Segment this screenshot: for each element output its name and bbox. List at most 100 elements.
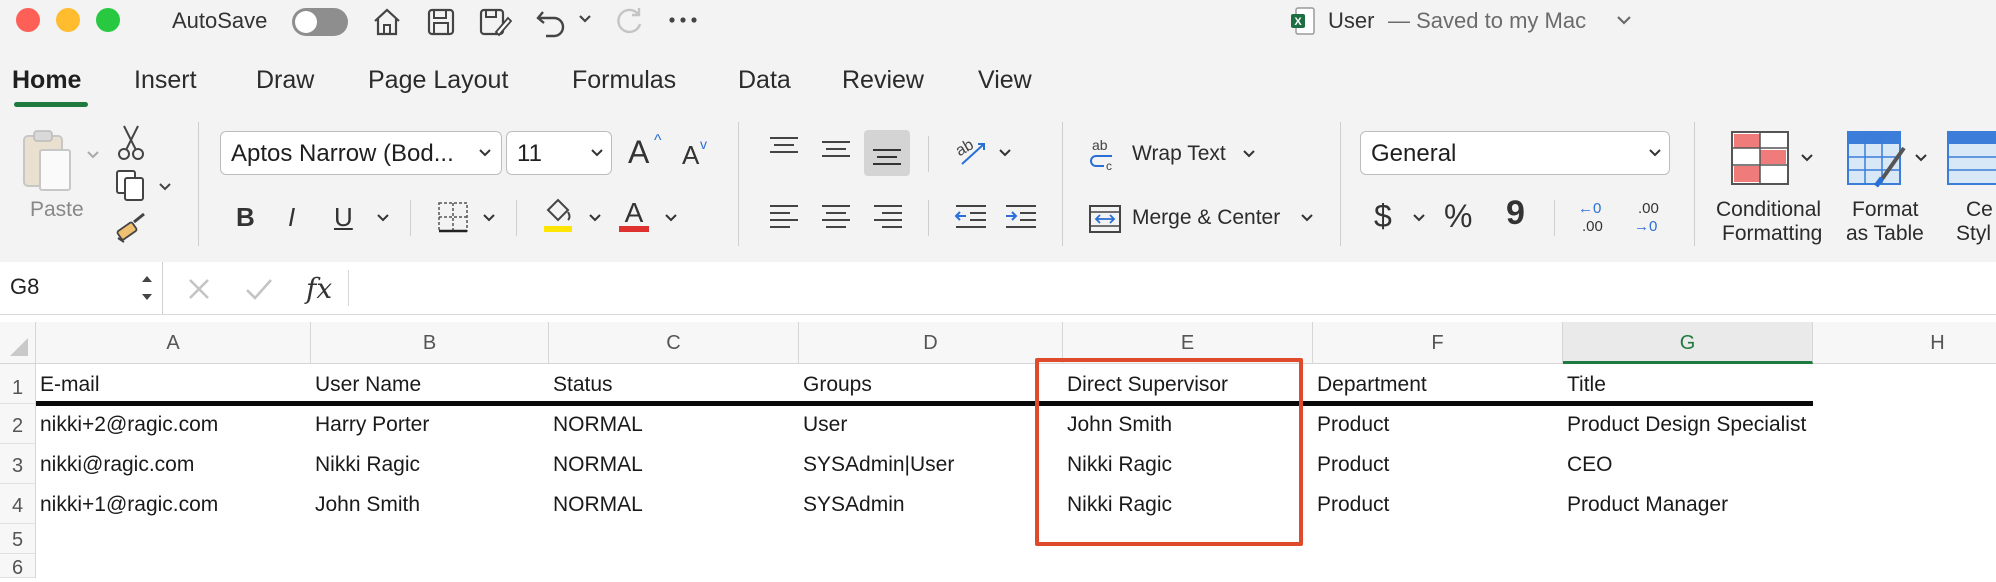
wrap-text-label[interactable]: Wrap Text <box>1132 142 1226 166</box>
underline-button[interactable]: U <box>334 202 353 233</box>
cell-b3[interactable]: Nikki Ragic <box>315 453 420 477</box>
align-top-icon[interactable] <box>768 134 800 162</box>
tab-data[interactable]: Data <box>738 66 791 95</box>
row-header-5[interactable]: 5 <box>0 524 36 554</box>
column-header-g[interactable]: G <box>1563 322 1813 364</box>
save-as-icon[interactable] <box>478 6 512 38</box>
cell-d2[interactable]: User <box>803 413 847 437</box>
bold-button[interactable]: B <box>236 202 255 233</box>
minimize-window-button[interactable] <box>56 8 80 32</box>
tab-page-layout[interactable]: Page Layout <box>368 66 508 95</box>
cell-g2[interactable]: Product Design Specialist <box>1567 413 1806 437</box>
redo-icon[interactable] <box>612 4 646 38</box>
cell-d3[interactable]: SYSAdmin|User <box>803 453 954 477</box>
column-header-b[interactable]: B <box>311 322 549 364</box>
copy-icon[interactable] <box>114 168 148 204</box>
borders-dropdown-icon[interactable] <box>482 213 496 223</box>
column-header-a[interactable]: A <box>36 322 311 364</box>
format-as-table-dropdown-icon[interactable] <box>1914 153 1928 163</box>
close-window-button[interactable] <box>16 8 40 32</box>
number-format-dropdown[interactable]: General <box>1360 131 1670 175</box>
row-header-3[interactable]: 3 <box>0 444 36 484</box>
tab-draw[interactable]: Draw <box>256 66 314 95</box>
decrease-decimal-button[interactable]: .00 →0 <box>1632 200 1672 240</box>
font-name-dropdown[interactable]: Aptos Narrow (Bod... <box>220 131 502 175</box>
cell-c1[interactable]: Status <box>553 373 613 397</box>
conditional-formatting-dropdown-icon[interactable] <box>1800 153 1814 163</box>
align-bottom-button[interactable] <box>864 130 910 176</box>
paste-icon[interactable] <box>18 128 74 194</box>
format-as-table-icon[interactable] <box>1846 130 1908 188</box>
format-painter-icon[interactable] <box>114 210 150 244</box>
currency-dropdown-icon[interactable] <box>1412 213 1426 223</box>
font-color-icon[interactable]: A <box>616 196 652 234</box>
name-box-stepper-icon[interactable] <box>140 270 154 306</box>
tab-formulas[interactable]: Formulas <box>572 66 676 95</box>
orientation-dropdown-icon[interactable] <box>998 148 1012 158</box>
cell-a2[interactable]: nikki+2@ragic.com <box>40 413 218 437</box>
cell-b2[interactable]: Harry Porter <box>315 413 429 437</box>
paste-dropdown-icon[interactable] <box>86 150 100 160</box>
cell-f2[interactable]: Product <box>1317 413 1389 437</box>
currency-button[interactable]: $ <box>1374 198 1392 235</box>
cell-c4[interactable]: NORMAL <box>553 493 643 517</box>
row-header-1[interactable]: 1 <box>0 364 36 404</box>
merge-center-dropdown-icon[interactable] <box>1300 213 1314 223</box>
cell-c2[interactable]: NORMAL <box>553 413 643 437</box>
more-icon[interactable] <box>668 16 698 24</box>
align-left-icon[interactable] <box>768 202 800 230</box>
wrap-text-dropdown-icon[interactable] <box>1242 149 1256 159</box>
borders-icon[interactable] <box>436 200 470 234</box>
wrap-text-icon[interactable]: ab c <box>1090 136 1124 172</box>
copy-dropdown-icon[interactable] <box>158 182 172 192</box>
cell-a4[interactable]: nikki+1@ragic.com <box>40 493 218 517</box>
tab-review[interactable]: Review <box>842 66 924 95</box>
undo-icon[interactable] <box>534 4 568 38</box>
undo-dropdown-icon[interactable] <box>578 14 592 24</box>
cell-styles-icon[interactable] <box>1946 130 1996 188</box>
cell-g1[interactable]: Title <box>1567 373 1606 397</box>
home-icon[interactable] <box>370 6 404 38</box>
cell-a1[interactable]: E-mail <box>40 373 100 397</box>
confirm-entry-icon[interactable] <box>244 276 274 302</box>
cell-d4[interactable]: SYSAdmin <box>803 493 905 517</box>
cell-f1[interactable]: Department <box>1317 373 1427 397</box>
cancel-entry-icon[interactable] <box>186 276 212 302</box>
font-color-dropdown-icon[interactable] <box>664 213 678 223</box>
merge-center-label[interactable]: Merge & Center <box>1132 206 1280 230</box>
cell-d1[interactable]: Groups <box>803 373 872 397</box>
column-header-h[interactable]: H <box>1813 322 1996 364</box>
cell-f3[interactable]: Product <box>1317 453 1389 477</box>
cell-g4[interactable]: Product Manager <box>1567 493 1728 517</box>
fill-color-dropdown-icon[interactable] <box>588 213 602 223</box>
column-header-d[interactable]: D <box>799 322 1063 364</box>
align-middle-icon[interactable] <box>820 134 852 162</box>
cell-b4[interactable]: John Smith <box>315 493 420 517</box>
title-chevron-down-icon[interactable] <box>1616 14 1632 26</box>
decrease-indent-icon[interactable] <box>954 202 988 230</box>
comma-style-button[interactable]: 9 <box>1506 194 1525 233</box>
row-header-6[interactable]: 6 <box>0 554 36 579</box>
underline-dropdown-icon[interactable] <box>376 213 390 223</box>
column-header-f[interactable]: F <box>1313 322 1563 364</box>
fill-color-icon[interactable] <box>540 196 576 234</box>
cell-g3[interactable]: CEO <box>1567 453 1613 477</box>
orientation-icon[interactable]: ab <box>952 134 988 168</box>
autosave-toggle[interactable] <box>292 8 348 36</box>
tab-insert[interactable]: Insert <box>134 66 197 95</box>
cell-b1[interactable]: User Name <box>315 373 421 397</box>
merge-center-icon[interactable] <box>1088 204 1122 234</box>
insert-function-button[interactable]: fx <box>306 272 332 305</box>
row-header-2[interactable]: 2 <box>0 404 36 444</box>
row-header-4[interactable]: 4 <box>0 484 36 524</box>
increase-indent-icon[interactable] <box>1004 202 1038 230</box>
increase-decimal-button[interactable]: ←0 .00 <box>1578 200 1618 240</box>
cell-a3[interactable]: nikki@ragic.com <box>40 453 194 477</box>
cell-c3[interactable]: NORMAL <box>553 453 643 477</box>
save-icon[interactable] <box>426 6 456 38</box>
select-all-corner[interactable] <box>0 322 36 364</box>
cut-icon[interactable] <box>116 124 146 160</box>
increase-font-size-button[interactable]: A <box>628 134 649 171</box>
conditional-formatting-icon[interactable] <box>1730 130 1790 186</box>
percent-button[interactable]: % <box>1444 198 1472 235</box>
